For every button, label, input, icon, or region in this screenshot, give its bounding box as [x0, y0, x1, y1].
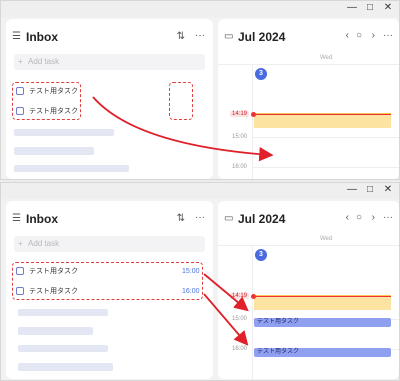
today-icon[interactable]: ○ [356, 29, 362, 43]
sort-icon[interactable]: ⇅ [177, 30, 185, 44]
plus-icon: + [18, 57, 23, 66]
close-button[interactable]: ✕ [381, 2, 395, 14]
grid-line [218, 64, 399, 65]
maximize-button[interactable]: □ [363, 2, 377, 14]
prev-icon[interactable]: ‹ [346, 29, 349, 43]
current-time-label: 14:19 [230, 293, 250, 299]
current-time-line [254, 296, 391, 297]
close-button[interactable]: ✕ [381, 184, 395, 196]
sort-icon[interactable]: ⇅ [177, 212, 185, 226]
more-icon[interactable]: ··· [383, 211, 393, 225]
more-icon[interactable]: ··· [195, 29, 205, 43]
scheduled-task-block[interactable]: テスト用タスク [254, 318, 391, 327]
tutorial-composite: — □ ✕ ☰ Inbox ⇅ ··· + Add task テスト用タスク テ… [0, 0, 400, 381]
add-task-input[interactable]: + Add task [14, 236, 205, 252]
grid-line [252, 64, 253, 179]
minimize-button[interactable]: — [345, 184, 359, 196]
menu-icon[interactable]: ☰ [12, 30, 21, 44]
hour-label: 15:00 [232, 316, 248, 322]
inbox-panel: ☰ Inbox ⇅ ··· + Add task テスト用タスク テスト用タスク [6, 19, 213, 179]
next-icon[interactable]: › [372, 29, 375, 43]
hour-label: 15:00 [232, 134, 248, 140]
blurred-item [14, 129, 114, 136]
inbox-title: Inbox [26, 30, 58, 44]
inbox-header: ☰ Inbox ⇅ ··· [12, 29, 207, 47]
calendar-panel: ▭ Jul 2024 ‹ ○ › ··· Wed 3 14:19 15:00 テ… [218, 201, 399, 379]
sidebar-toggle-icon[interactable]: ▭ [224, 30, 233, 44]
add-task-input[interactable]: + Add task [14, 54, 205, 70]
add-task-placeholder: Add task [28, 57, 60, 66]
current-time-line [254, 114, 391, 115]
blurred-item [18, 309, 108, 316]
minimize-button[interactable]: — [345, 2, 359, 14]
inbox-header: ☰ Inbox ⇅ ··· [12, 211, 207, 229]
calendar-event[interactable] [254, 295, 391, 310]
grid-line [218, 245, 399, 246]
blurred-item [18, 327, 93, 335]
blurred-item [14, 165, 129, 172]
weekday-label: Wed [320, 236, 333, 242]
window-titlebar: — □ ✕ [1, 183, 399, 199]
calendar-header: ▭ Jul 2024 ‹ ○ › ··· [224, 29, 393, 47]
menu-icon[interactable]: ☰ [12, 212, 21, 226]
weekday-label: Wed [320, 55, 333, 61]
annotation-box-time-slot [169, 82, 193, 120]
annotation-box-tasks [12, 82, 81, 120]
grid-line [252, 167, 399, 168]
inbox-panel: ☰ Inbox ⇅ ··· + Add task テスト用タスク 15:00 テ… [6, 201, 213, 379]
grid-line [252, 137, 399, 138]
annotation-box-tasks [12, 262, 203, 300]
add-task-placeholder: Add task [28, 239, 60, 248]
screenshot-before: — □ ✕ ☰ Inbox ⇅ ··· + Add task テスト用タスク テ… [0, 0, 400, 180]
blurred-item [18, 363, 113, 371]
calendar-panel: ▭ Jul 2024 ‹ ○ › ··· Wed 3 14:19 15:00 1… [218, 19, 399, 179]
calendar-title: Jul 2024 [238, 30, 286, 44]
plus-icon: + [18, 239, 23, 248]
scheduled-task-block[interactable]: テスト用タスク [254, 348, 391, 357]
blurred-item [18, 345, 108, 352]
calendar-event[interactable] [254, 113, 391, 128]
sidebar-toggle-icon[interactable]: ▭ [224, 212, 233, 226]
day-badge[interactable]: 3 [255, 249, 267, 261]
calendar-header: ▭ Jul 2024 ‹ ○ › ··· [224, 211, 393, 229]
grid-line [252, 245, 253, 379]
more-icon[interactable]: ··· [383, 29, 393, 43]
today-icon[interactable]: ○ [356, 211, 362, 225]
hour-label: 16:00 [232, 346, 248, 352]
inbox-title: Inbox [26, 212, 58, 226]
current-time-label: 14:19 [230, 111, 250, 117]
maximize-button[interactable]: □ [363, 184, 377, 196]
more-icon[interactable]: ··· [195, 211, 205, 225]
screenshot-after: — □ ✕ ☰ Inbox ⇅ ··· + Add task テスト用タスク 1… [0, 182, 400, 381]
next-icon[interactable]: › [372, 211, 375, 225]
hour-label: 16:00 [232, 164, 248, 170]
window-titlebar: — □ ✕ [1, 1, 399, 17]
calendar-title: Jul 2024 [238, 212, 286, 226]
day-badge[interactable]: 3 [255, 68, 267, 80]
prev-icon[interactable]: ‹ [346, 211, 349, 225]
blurred-item [14, 147, 94, 155]
